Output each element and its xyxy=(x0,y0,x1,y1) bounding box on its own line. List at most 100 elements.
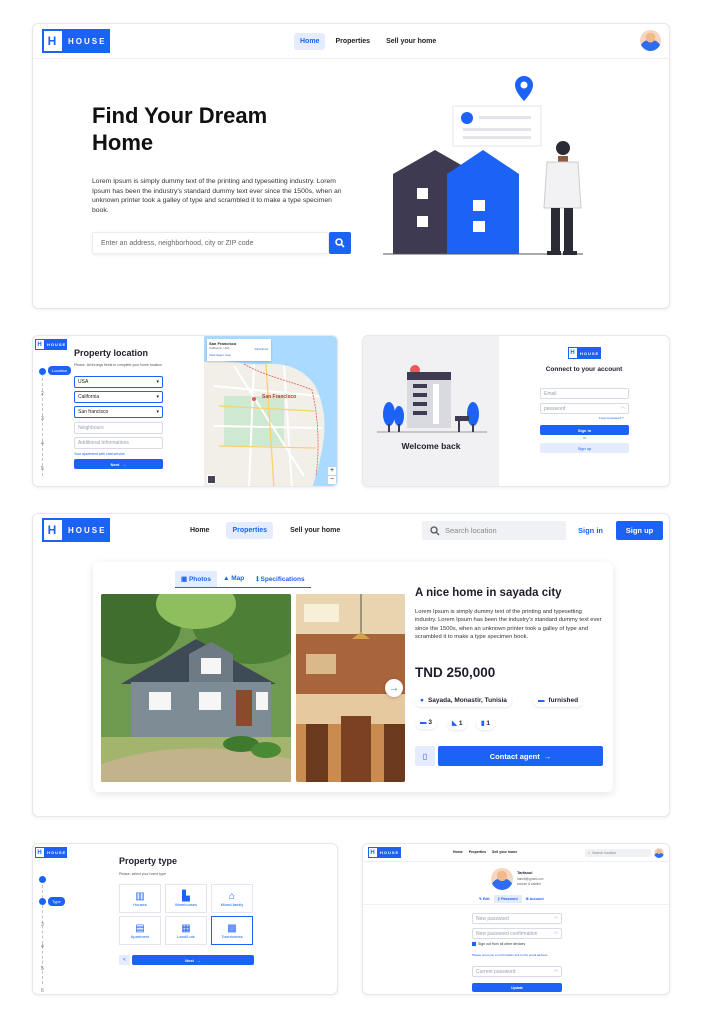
hero-description: Lorem Ipsum is simply dummy text of the … xyxy=(92,178,342,214)
listing-title: A nice home in sayada city xyxy=(415,587,562,599)
zoom-out-button[interactable]: − xyxy=(328,476,336,484)
next-label: Next xyxy=(185,957,194,963)
new-password-field[interactable]: New password ◠ xyxy=(472,913,562,924)
next-photo-button[interactable]: → xyxy=(385,679,403,697)
nav-sell-your-home[interactable]: Sell your home xyxy=(284,522,346,539)
contact-agent-button[interactable]: Contact agent → xyxy=(438,746,603,766)
location-map[interactable]: San Francisco San Francisco California, … xyxy=(204,336,337,486)
type-option-houses[interactable]: ▥ Houses xyxy=(119,884,161,913)
location-next-button[interactable]: Next → xyxy=(74,459,163,469)
tab-photos-label: Photos xyxy=(188,576,211,583)
type-grid: ▥ Houses ▙ Warehouses ⌂ Mixed-family ▤ Apart… xyxy=(119,884,253,945)
brand-logo-small[interactable]: H HOUSE xyxy=(568,347,601,359)
type-option-mixed-family[interactable]: ⌂ Mixed-family xyxy=(211,884,253,913)
hero-search-button[interactable] xyxy=(329,232,351,254)
brand-logo-small[interactable]: H HOUSE xyxy=(35,339,67,350)
brand-name: HOUSE xyxy=(47,342,67,347)
nav-home[interactable]: Home xyxy=(184,522,215,539)
step-5: 5 xyxy=(41,466,44,472)
hero-search-input[interactable]: Enter an address, neighborhood, city or … xyxy=(92,232,329,254)
email-field[interactable]: Email xyxy=(540,388,629,399)
house-logo-icon: H xyxy=(42,518,64,542)
update-button[interactable]: Update xyxy=(472,983,562,992)
eye-icon[interactable]: ◠ xyxy=(621,406,625,412)
brand-logo-small[interactable]: H HOUSE xyxy=(368,847,401,858)
step-1-dot[interactable] xyxy=(39,876,46,883)
nav-properties[interactable]: Properties xyxy=(226,522,274,539)
signin-link[interactable]: Sign in xyxy=(578,526,603,535)
apartment-link[interactable]: Your apartment with chat service xyxy=(74,452,125,456)
type-option-townhomes[interactable]: ▩ Townhomes xyxy=(211,916,253,945)
nav-properties[interactable]: Properties xyxy=(329,33,376,50)
type-option-warehouses[interactable]: ▙ Warehouses xyxy=(165,884,207,913)
tab-map[interactable]: ▲ Map xyxy=(217,571,250,587)
floors-count: 1 xyxy=(486,720,491,727)
location-text: Sayada, Monastir, Tunisia xyxy=(427,697,507,704)
location-search-input[interactable]: ○ Search location xyxy=(585,849,651,857)
signup-button[interactable]: Sign up xyxy=(540,443,629,453)
step-5: 5 xyxy=(41,966,44,972)
step-1-dot[interactable] xyxy=(39,368,46,375)
confirmation-note[interactable]: Please send you a confirmation link to t… xyxy=(472,953,567,957)
tab-map-label: Map xyxy=(231,575,245,582)
hero-card: H HOUSE Home Properties Sell your home F… xyxy=(32,23,670,309)
furnished-text: furnished xyxy=(548,697,579,704)
bookmark-icon: ▯ xyxy=(422,751,428,761)
state-select[interactable]: California ▾ xyxy=(74,391,163,403)
zoom-in-button[interactable]: + xyxy=(328,467,336,475)
type-back-button[interactable]: < xyxy=(119,955,130,965)
eye-icon[interactable]: ◠ xyxy=(554,931,558,937)
neighbours-input[interactable]: Neighbours xyxy=(74,422,163,434)
city-select[interactable]: San francisco ▾ xyxy=(74,406,163,418)
signout-checkbox[interactable]: Sign out from all other devices xyxy=(472,942,525,946)
forgot-password-link[interactable]: Forgot password ? xyxy=(599,416,624,420)
tab-password[interactable]: ⚷ Password xyxy=(493,895,522,903)
property-location-card: H HOUSE Location 2 3 4 5 Property locati… xyxy=(32,335,338,487)
brand-logo[interactable]: H HOUSE xyxy=(42,29,110,53)
additional-info-input[interactable]: Additional Informations xyxy=(74,437,163,449)
directions-link[interactable]: Directions xyxy=(255,347,268,351)
brand-logo-small[interactable]: H HOUSE xyxy=(35,847,67,858)
arrow-right-icon: → xyxy=(543,751,552,761)
type-option-land-lots[interactable]: ▦ Land/Lots xyxy=(165,916,207,945)
signin-button[interactable]: Sign in xyxy=(540,425,629,435)
tab-photos[interactable]: ▣ Photos xyxy=(175,571,217,587)
nav-sell-your-home[interactable]: Sell your home xyxy=(492,850,517,854)
nav-properties[interactable]: Properties xyxy=(469,850,486,854)
brand-logo[interactable]: H HOUSE xyxy=(42,518,110,542)
location-search-input[interactable]: Search location xyxy=(422,521,566,540)
tab-edit[interactable]: ✎ Edit xyxy=(475,895,494,903)
eye-icon[interactable]: ◠ xyxy=(554,916,558,922)
new-password-confirmation-field[interactable]: New password confirmation ◠ xyxy=(472,928,562,939)
type-option-apartment[interactable]: ▤ Apartment xyxy=(119,916,161,945)
arrow-right-icon: → xyxy=(196,957,201,963)
step-2-dot[interactable] xyxy=(39,898,46,905)
tab-account[interactable]: ⚙ Account xyxy=(522,895,548,903)
checkbox-icon[interactable] xyxy=(472,942,476,946)
type-next-button[interactable]: Next → xyxy=(132,955,254,965)
eye-icon[interactable]: ◠ xyxy=(554,969,558,975)
map-layer-thumbnail[interactable] xyxy=(207,475,216,484)
house-exterior-photo[interactable] xyxy=(101,594,291,782)
step-4: 4 xyxy=(41,944,44,950)
hero-search-placeholder: Enter an address, neighborhood, city or … xyxy=(101,239,254,247)
current-password-field[interactable]: Current password ◠ xyxy=(472,966,562,977)
signup-button[interactable]: Sign up xyxy=(616,521,663,540)
tab-specifications[interactable]: ℹ Specifications xyxy=(250,571,310,587)
avatar[interactable] xyxy=(654,848,664,858)
nav-home[interactable]: Home xyxy=(294,33,326,50)
tabs-divider xyxy=(363,904,669,905)
map-card-link[interactable]: View larger map xyxy=(209,353,269,357)
password-field[interactable]: password ◠ xyxy=(540,403,629,414)
chevron-down-icon: ▾ xyxy=(156,409,159,415)
nav-home[interactable]: Home xyxy=(453,850,463,854)
neighbours-placeholder: Neighbours xyxy=(78,425,104,431)
brand-name: HOUSE xyxy=(380,850,400,855)
nav-sell-your-home[interactable]: Sell your home xyxy=(380,33,442,50)
listing-panel: ▣ Photos ▲ Map ℹ Specifications → A nice… xyxy=(93,562,613,792)
avatar[interactable] xyxy=(640,30,661,51)
profile-avatar[interactable] xyxy=(491,868,513,890)
country-select[interactable]: USA ▾ xyxy=(74,376,163,388)
location-pin-icon: ● xyxy=(420,697,424,704)
save-listing-button[interactable]: ▯ xyxy=(415,746,435,766)
